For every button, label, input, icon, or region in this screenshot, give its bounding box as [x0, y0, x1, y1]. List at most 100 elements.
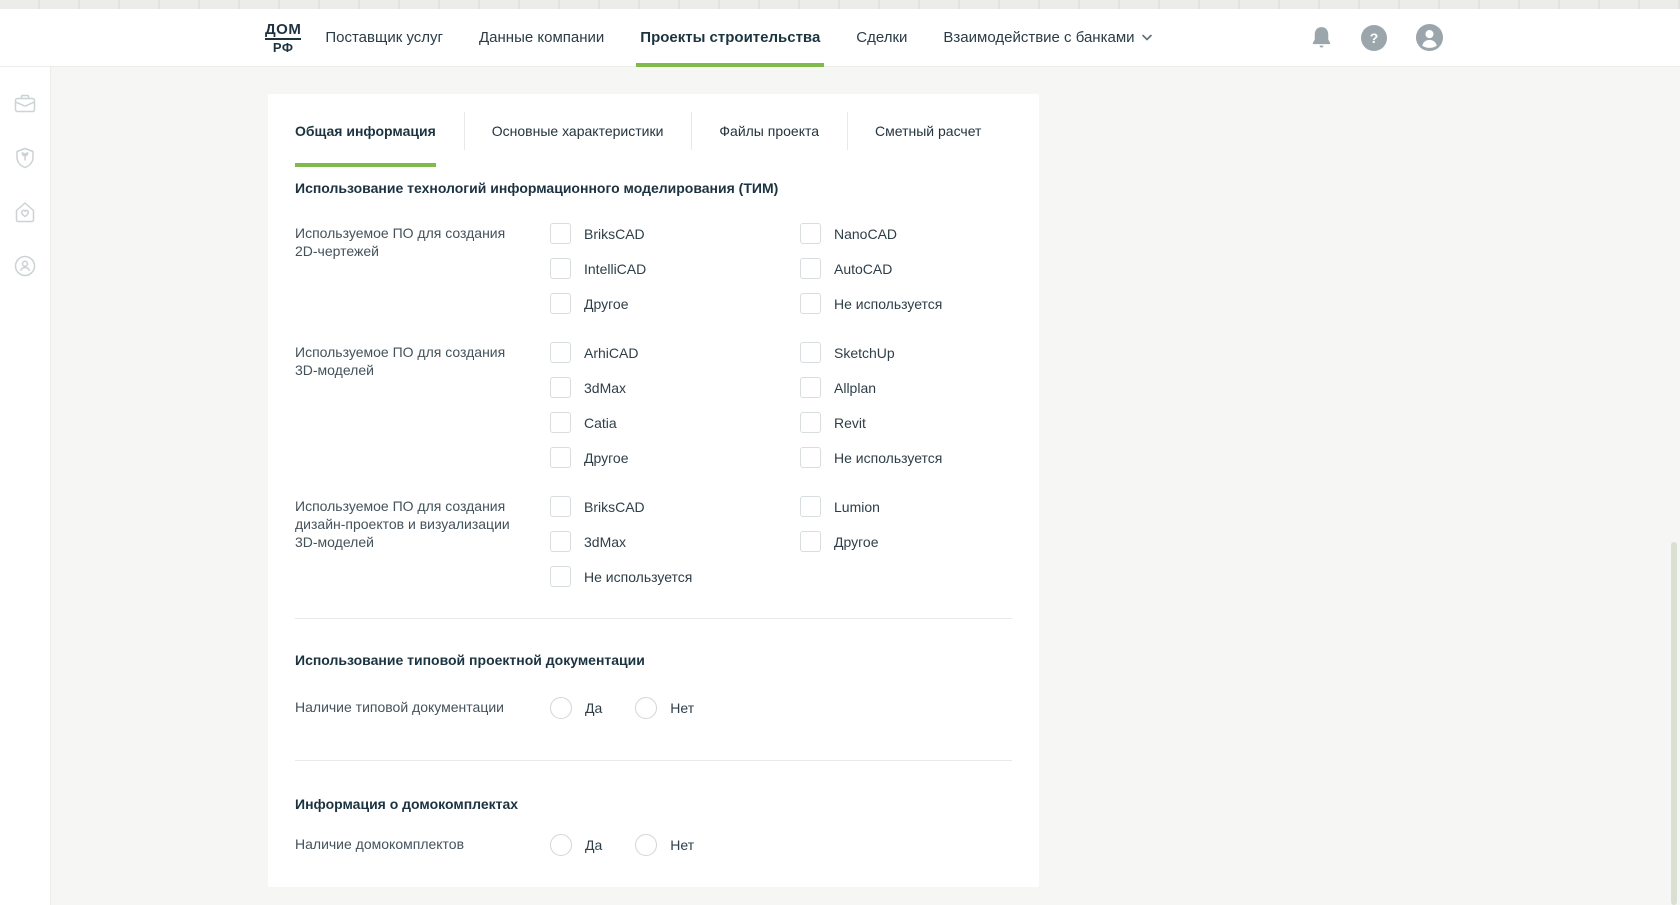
- sidebar-item-person-search[interactable]: [12, 253, 38, 279]
- section-title: Использование технологий информационного…: [295, 181, 1012, 196]
- tab-general-info[interactable]: Общая информация: [295, 94, 464, 167]
- checkbox-option[interactable]: IntelliCAD: [550, 251, 800, 286]
- checkbox[interactable]: [550, 531, 571, 552]
- tab-label: Файлы проекта: [719, 94, 819, 167]
- option-label: Нет: [670, 700, 694, 716]
- radio-option[interactable]: Да: [550, 690, 602, 725]
- checkbox-option[interactable]: Не используется: [800, 440, 1039, 475]
- checkbox-option[interactable]: Другое: [550, 440, 800, 475]
- option-label: Другое: [834, 534, 878, 550]
- checkbox[interactable]: [800, 412, 821, 433]
- checkbox-options: ArhiCADSketchUp3dMax Allplan Catia Revit Дру…: [550, 335, 1039, 475]
- main-nav: Поставщик услуг Данные компании Проекты ст…: [325, 9, 1151, 66]
- checkbox[interactable]: [550, 566, 571, 587]
- checkbox-option[interactable]: NanoCAD: [800, 216, 1039, 251]
- checkbox-option[interactable]: AutoCAD: [800, 251, 1039, 286]
- radio-option[interactable]: Да: [550, 827, 602, 862]
- option-label: IntelliCAD: [584, 261, 646, 277]
- radio-button[interactable]: [550, 834, 572, 856]
- radio-button[interactable]: [635, 697, 657, 719]
- checkbox-option[interactable]: ArhiCAD: [550, 335, 800, 370]
- checkbox-option[interactable]: Другое: [800, 524, 1039, 559]
- option-label: Catia: [584, 415, 617, 431]
- nav-item-construction-projects[interactable]: Проекты строительства: [640, 9, 820, 66]
- checkbox-option[interactable]: Allplan: [800, 370, 1039, 405]
- header-button-help[interactable]: ?: [1361, 25, 1387, 51]
- checkbox-option[interactable]: Catia: [550, 405, 800, 440]
- checkbox[interactable]: [800, 293, 821, 314]
- checkbox[interactable]: [550, 496, 571, 517]
- checkbox[interactable]: [550, 377, 571, 398]
- checkbox[interactable]: [800, 531, 821, 552]
- checkbox-options: BriksCADNanoCAD IntelliCAD AutoCAD ДругоеНе…: [550, 216, 1039, 321]
- dom-rf-logo[interactable]: ДОМ РФ: [265, 22, 301, 54]
- briefcase-icon: [12, 91, 38, 117]
- checkbox-option[interactable]: SketchUp: [800, 335, 1039, 370]
- option-label: Не используется: [834, 450, 942, 466]
- option-label: Revit: [834, 415, 866, 431]
- radio-button[interactable]: [550, 697, 572, 719]
- checkbox[interactable]: [550, 447, 571, 468]
- checkbox[interactable]: [800, 377, 821, 398]
- page-scrollbar-thumb[interactable]: [1671, 542, 1677, 905]
- sidebar-item-house-heart[interactable]: [12, 199, 38, 225]
- left-icon-rail: [0, 66, 51, 905]
- checkbox-option[interactable]: BriksCAD: [550, 216, 800, 251]
- checkbox[interactable]: [800, 258, 821, 279]
- checkbox[interactable]: [800, 496, 821, 517]
- radio-option[interactable]: Нет: [635, 827, 694, 862]
- checkbox[interactable]: [800, 447, 821, 468]
- option-label: 3dMax: [584, 534, 626, 550]
- nav-item-label: Данные компании: [479, 29, 604, 46]
- sidebar-item-briefcase[interactable]: [12, 91, 38, 117]
- checkbox-option[interactable]: Не используется: [550, 559, 800, 594]
- option-label: Да: [585, 837, 602, 853]
- form-section: Использование технологий информационного…: [295, 181, 1012, 594]
- section-title: Использование типовой проектной документ…: [295, 653, 1012, 668]
- checkbox-option[interactable]: Не используется: [800, 286, 1039, 321]
- nav-item-service-provider[interactable]: Поставщик услуг: [325, 9, 443, 66]
- checkbox[interactable]: [550, 412, 571, 433]
- option-label: Allplan: [834, 380, 876, 396]
- chevron-down-icon: [1142, 34, 1152, 41]
- field-group-label: Используемое ПО для создания 2D-чертежей: [295, 216, 517, 321]
- nav-item-label: Взаимодействие с банками: [943, 29, 1134, 46]
- radio-option[interactable]: Нет: [635, 690, 694, 725]
- bell-icon: [1310, 25, 1333, 50]
- checkbox[interactable]: [800, 342, 821, 363]
- checkbox-option[interactable]: Другое: [550, 286, 800, 321]
- help-icon: ?: [1361, 25, 1387, 51]
- form-section: Использование типовой проектной документ…: [295, 653, 1012, 725]
- checkbox[interactable]: [550, 223, 571, 244]
- checkbox-option[interactable]: 3dMax: [550, 370, 800, 405]
- tab-main-characteristics[interactable]: Основные характеристики: [464, 94, 692, 167]
- checkbox[interactable]: [800, 223, 821, 244]
- nav-item-label: Проекты строительства: [640, 29, 820, 46]
- checkbox[interactable]: [550, 342, 571, 363]
- radio-options: Да Нет: [550, 827, 1012, 862]
- form-card: Общая информацияОсновные характеристики Ф…: [268, 94, 1039, 887]
- checkbox-option[interactable]: Revit: [800, 405, 1039, 440]
- tab-estimate[interactable]: Сметный расчет: [847, 94, 1009, 167]
- radio-button[interactable]: [635, 834, 657, 856]
- option-label: AutoCAD: [834, 261, 892, 277]
- header-button-notifications[interactable]: [1310, 25, 1333, 50]
- checkbox[interactable]: [550, 293, 571, 314]
- header-inner: ДОМ РФ Поставщик услуг Данные компании Про…: [0, 9, 1680, 66]
- tab-project-files[interactable]: Файлы проекта: [691, 94, 847, 167]
- sidebar-item-shield[interactable]: [12, 145, 38, 171]
- tab-bar: Общая информацияОсновные характеристики Ф…: [268, 94, 1039, 167]
- checkbox-option[interactable]: BriksCAD: [550, 489, 800, 524]
- nav-item-deals[interactable]: Сделки: [856, 9, 907, 66]
- header-button-profile[interactable]: [1415, 23, 1444, 52]
- nav-item-company-data[interactable]: Данные компании: [479, 9, 604, 66]
- option-label: Не используется: [584, 569, 692, 585]
- checkbox-option[interactable]: Lumion: [800, 489, 1039, 524]
- section-title: Информация о домокомплектах: [295, 797, 1012, 812]
- nav-item-bank-interaction[interactable]: Взаимодействие с банками: [943, 9, 1151, 66]
- logo-text-bottom: РФ: [273, 41, 294, 54]
- checkbox-option[interactable]: 3dMax: [550, 524, 800, 559]
- field-group-software-design-3d: Используемое ПО для создания дизайн-прое…: [295, 489, 1012, 594]
- checkbox[interactable]: [550, 258, 571, 279]
- option-label: Lumion: [834, 499, 880, 515]
